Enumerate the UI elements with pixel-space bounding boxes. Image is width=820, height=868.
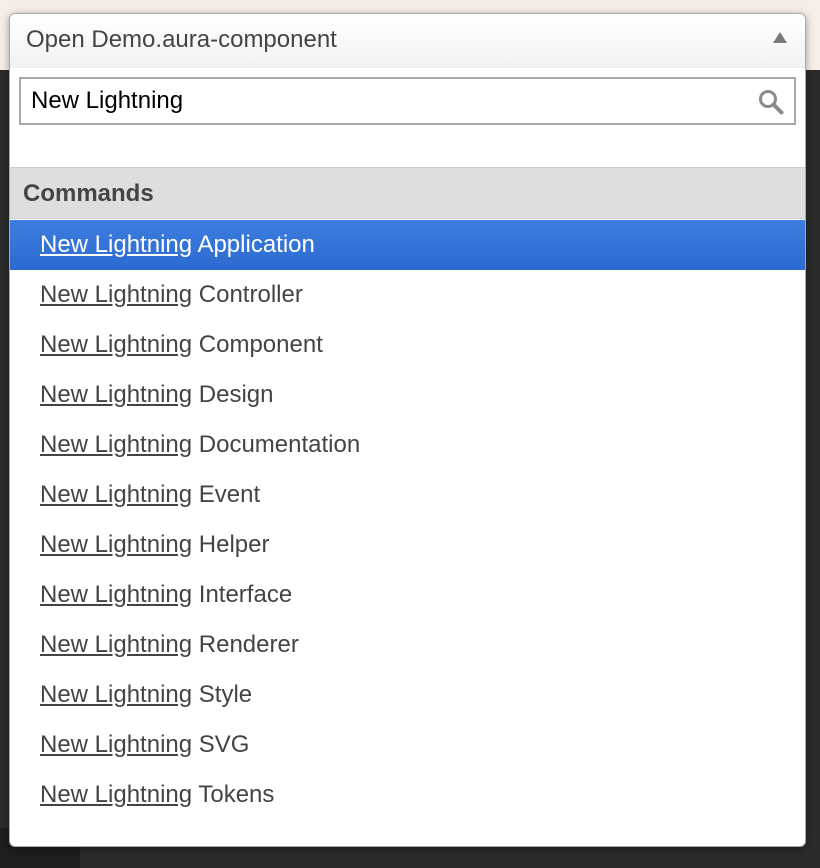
command-rest: Style — [192, 681, 253, 708]
command-item[interactable]: New Lightning SVG — [10, 720, 805, 770]
section-header: Commands — [10, 167, 805, 219]
command-match: New Lightning — [40, 281, 193, 308]
command-list: New Lightning Application New Lightning … — [10, 220, 805, 820]
command-match: New Lightning — [40, 781, 193, 808]
command-item[interactable]: New Lightning Tokens — [10, 770, 805, 820]
command-match: New Lightning — [40, 631, 193, 658]
search-icon[interactable] — [758, 89, 784, 115]
command-item[interactable]: New Lightning Style — [10, 670, 805, 720]
command-match: New Lightning — [40, 381, 193, 408]
command-rest: Tokens — [192, 781, 275, 808]
command-match: New Lightning — [40, 581, 193, 608]
command-item[interactable]: New Lightning Design — [10, 370, 805, 420]
command-item[interactable]: New Lightning Component — [10, 320, 805, 370]
dropdown-title[interactable]: Open Demo.aura-component — [26, 26, 337, 54]
triangle-up-icon[interactable] — [773, 32, 787, 43]
command-item[interactable]: New Lightning Helper — [10, 520, 805, 570]
command-rest: Renderer — [192, 631, 299, 658]
command-rest: Application — [192, 231, 315, 258]
command-match: New Lightning — [40, 731, 193, 758]
command-rest: SVG — [192, 731, 250, 758]
search-input[interactable] — [31, 79, 751, 123]
command-rest: Design — [192, 381, 274, 408]
command-item[interactable]: New Lightning Controller — [10, 270, 805, 320]
command-match: New Lightning — [40, 531, 193, 558]
command-rest: Interface — [192, 581, 293, 608]
command-rest: Documentation — [192, 431, 361, 458]
section-label: Commands — [23, 180, 154, 207]
command-match: New Lightning — [40, 331, 193, 358]
command-palette: Open Demo.aura-component Commands New Li… — [9, 13, 806, 847]
command-rest: Component — [192, 331, 323, 358]
command-match: New Lightning — [40, 681, 193, 708]
command-item[interactable]: New Lightning Documentation — [10, 420, 805, 470]
command-match: New Lightning — [40, 431, 193, 458]
command-item[interactable]: New Lightning Interface — [10, 570, 805, 620]
command-match: New Lightning — [40, 481, 193, 508]
search-box[interactable] — [19, 77, 796, 125]
command-rest: Helper — [192, 531, 270, 558]
command-match: New Lightning — [40, 231, 193, 258]
command-item[interactable]: New Lightning Application — [10, 220, 805, 270]
command-rest: Event — [192, 481, 261, 508]
command-item[interactable]: New Lightning Renderer — [10, 620, 805, 670]
command-rest: Controller — [192, 281, 303, 308]
command-item[interactable]: New Lightning Event — [10, 470, 805, 520]
dropdown-header[interactable]: Open Demo.aura-component — [10, 14, 805, 68]
